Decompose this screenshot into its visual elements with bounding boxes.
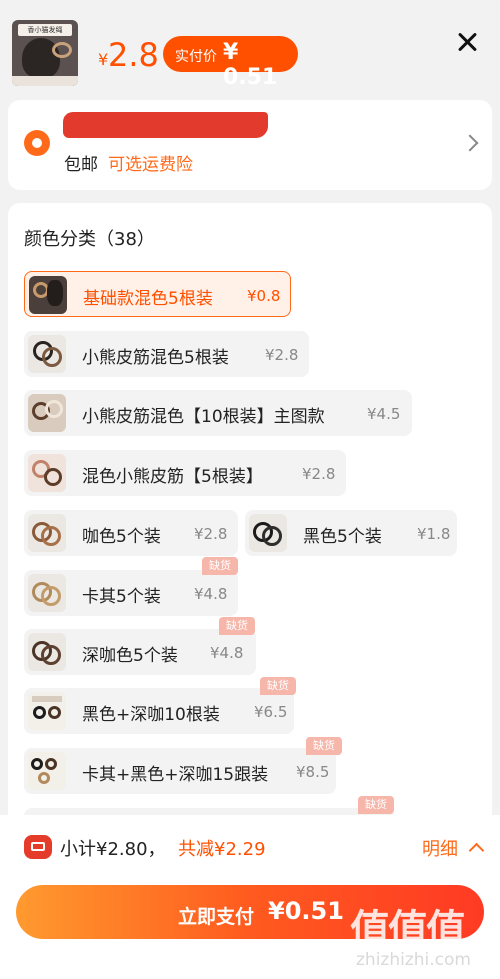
checkout-bar: 小计¥2.80， 共减¥2.29 明细 立即支付 ¥0.51 值值值 zhizh… (0, 815, 500, 979)
option-price: ¥4.8 (210, 644, 244, 662)
option-name: 深咖色5个装 (82, 646, 178, 666)
chevron-right-icon (461, 134, 479, 152)
shipping-insurance-link[interactable]: 可选运费险 (108, 150, 193, 175)
option-chip[interactable]: 小熊皮筋混色5根装 ¥2.8 (24, 331, 309, 377)
discount-text: 共减¥2.29 (178, 839, 266, 860)
option-name: 黑色5个装 (303, 527, 382, 547)
option-thumbnail (28, 752, 66, 790)
location-pin-icon (24, 130, 50, 156)
pay-now-label: 立即支付 (178, 906, 255, 928)
option-price: ¥2.8 (194, 525, 228, 543)
options-panel: 颜色分类（38） 基础款混色5根装 ¥0.8 小熊皮筋混色5根装 ¥2.8 小熊… (8, 203, 492, 843)
option-chip[interactable]: 黑色5个装 ¥1.8 (245, 510, 457, 556)
out-of-stock-badge: 缺货 (358, 796, 394, 814)
option-name: 混色小熊皮筋【5根装】 (82, 467, 263, 487)
coupon-icon (24, 835, 52, 859)
option-price: ¥1.8 (417, 525, 451, 543)
option-price: ¥8.5 (296, 763, 330, 781)
option-thumbnail (28, 335, 66, 373)
option-thumbnail (29, 276, 67, 314)
subtotal-text: 小计¥2.80， (60, 839, 166, 860)
option-chip[interactable]: 混色小熊皮筋【5根装】 ¥2.8 (24, 450, 346, 496)
option-chip[interactable]: 卡其+黑色+深咖15跟装 ¥8.5 (24, 748, 336, 794)
color-category-title: 颜色分类（38） (24, 229, 155, 250)
option-name: 黑色+深咖10根装 (82, 705, 220, 725)
option-name: 咖色5个装 (82, 527, 161, 547)
thumbnail-strip (12, 76, 78, 86)
product-header: 香小猫发绳 ¥ 2.8 实付价 ¥ 0.51 (0, 0, 500, 96)
option-chip[interactable]: 咖色5个装 ¥2.8 (24, 510, 238, 556)
close-icon[interactable] (452, 28, 482, 58)
option-chip[interactable]: 黑色+深咖10根装 ¥6.5 (24, 688, 294, 734)
option-name: 卡其5个装 (82, 587, 161, 607)
details-link[interactable]: 明细 (422, 835, 458, 861)
actual-pay-badge: 实付价 ¥ 0.51 (163, 36, 298, 90)
option-name: 基础款混色5根装 (83, 289, 213, 309)
option-thumbnail (28, 454, 66, 492)
hair-tie-image (52, 42, 72, 58)
product-price: 2.8 (108, 36, 159, 74)
option-thumbnail (28, 574, 66, 612)
option-thumbnail (28, 514, 66, 552)
option-name: 卡其+黑色+深咖15跟装 (82, 765, 269, 785)
actual-pay-amount: ¥ 0.51 (223, 40, 278, 90)
option-name: 小熊皮筋混色【10根装】主图款 (82, 407, 325, 427)
watermark-logo: 值值值 (350, 907, 466, 953)
option-price: ¥6.5 (254, 703, 288, 721)
address-card[interactable]: REDACTED 包邮 可选运费险 (8, 100, 492, 190)
option-thumbnail (28, 394, 66, 432)
option-chip[interactable]: 卡其5个装 ¥4.8 (24, 570, 238, 616)
thumbnail-banner: 香小猫发绳 (18, 24, 72, 36)
redacted-address: REDACTED (63, 112, 268, 138)
option-price: ¥4.5 (367, 405, 401, 423)
out-of-stock-badge: 缺货 (202, 557, 238, 575)
option-price: ¥2.8 (302, 465, 336, 483)
option-chip[interactable]: 小熊皮筋混色【10根装】主图款 ¥4.5 (24, 390, 412, 436)
option-thumbnail (249, 514, 287, 552)
option-price: ¥0.8 (247, 287, 281, 305)
option-thumbnail (28, 633, 66, 671)
option-price: ¥2.8 (265, 346, 299, 364)
chevron-up-icon[interactable] (468, 842, 485, 859)
pay-now-amount: ¥0.51 (268, 897, 344, 925)
price-currency: ¥ (98, 50, 109, 69)
free-shipping-label: 包邮 (64, 155, 98, 175)
option-name: 小熊皮筋混色5根装 (82, 348, 229, 368)
out-of-stock-badge: 缺货 (260, 677, 296, 695)
product-thumbnail: 香小猫发绳 (12, 20, 78, 86)
option-chip[interactable]: 基础款混色5根装 ¥0.8 (24, 271, 291, 317)
actual-pay-label: 实付价 (175, 49, 217, 65)
option-price: ¥4.8 (194, 585, 228, 603)
out-of-stock-badge: 缺货 (306, 737, 342, 755)
watermark-url: zhizhizhi.com (356, 950, 471, 970)
option-thumbnail (28, 692, 66, 730)
out-of-stock-badge: 缺货 (219, 617, 255, 635)
option-chip[interactable]: 深咖色5个装 ¥4.8 (24, 629, 256, 675)
